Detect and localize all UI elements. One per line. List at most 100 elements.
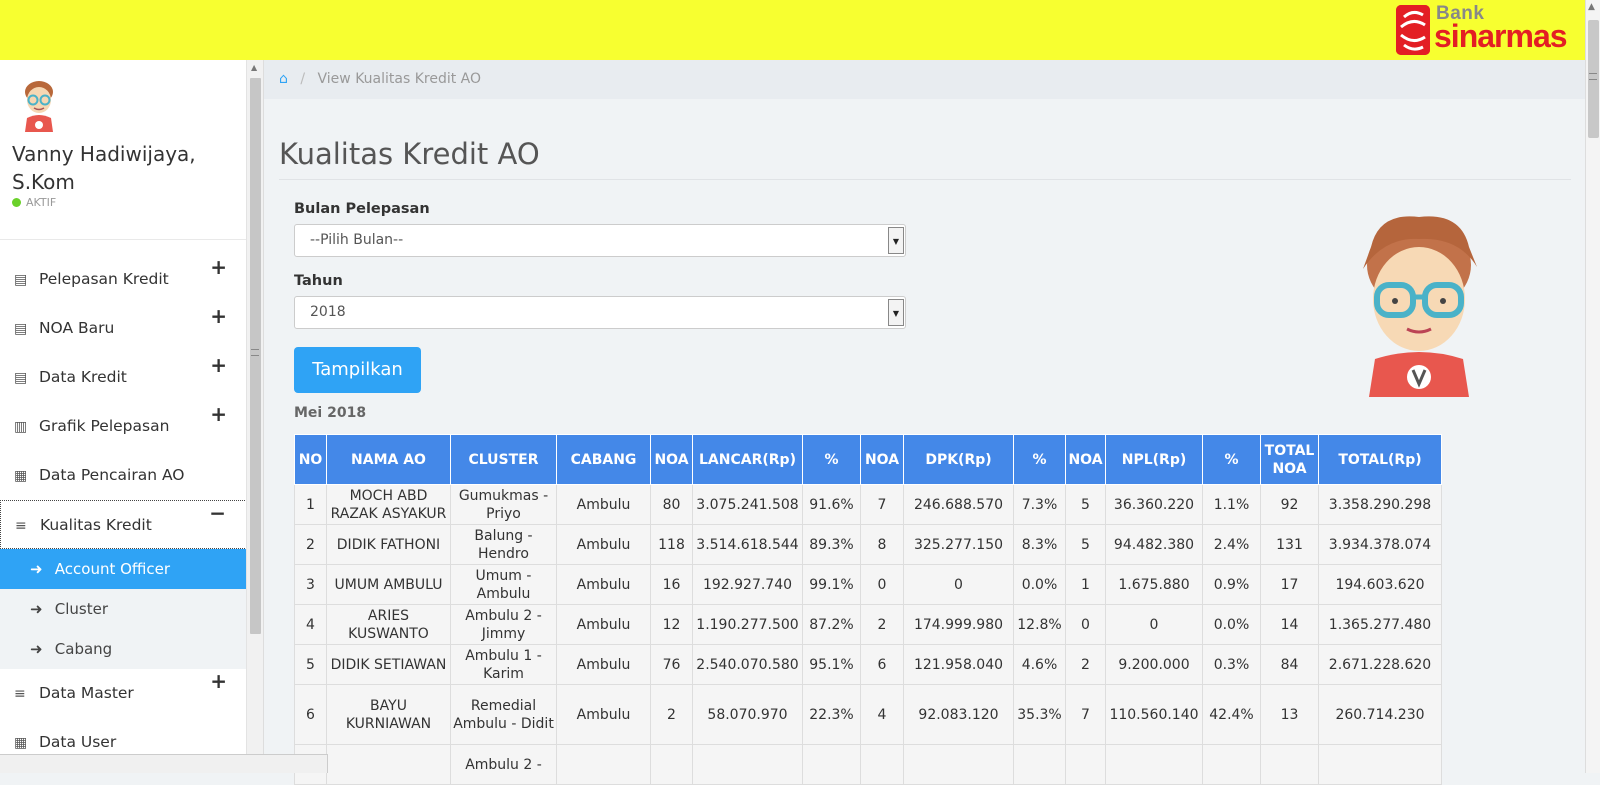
table-cell [1065,744,1106,785]
sidebar-item-label: Grafik Pelepasan [38,417,170,435]
table-cell: 131 [1260,524,1319,565]
table-cell: 2 [650,684,693,745]
column-header[interactable]: NOA [860,434,904,485]
sidebar-item-noa-baru[interactable]: ▤ NOA Baru + [0,304,246,353]
table-cell: 22.3% [802,684,861,745]
table-cell: 3.358.290.298 [1318,484,1442,525]
column-header[interactable]: NO [294,434,327,485]
table-cell: 2 [860,604,904,645]
title-divider [279,179,1571,180]
money-icon: ▤ [14,370,28,386]
table-cell [860,744,904,785]
table-cell: 1 [1065,564,1106,605]
scroll-up-icon[interactable]: ▲ [1588,2,1595,12]
table-cell: 4.6% [1013,644,1066,685]
table-cell: 0 [1105,604,1203,645]
home-icon[interactable]: ⌂ [279,71,288,87]
sidebar-item-data-master[interactable]: ≡ Data Master + [0,669,246,718]
column-header[interactable]: TOTAL NOA [1260,434,1319,485]
column-header[interactable]: % [1013,434,1066,485]
column-header[interactable]: NPL(Rp) [1105,434,1203,485]
table-cell: 36.360.220 [1105,484,1203,525]
column-header[interactable]: DPK(Rp) [903,434,1014,485]
scroll-up-icon[interactable]: ▲ [251,63,257,72]
page-title: Kualitas Kredit AO [279,137,540,171]
sidebar-scrollbar[interactable]: ▲ [247,60,264,773]
submenu-item-cluster[interactable]: ➜ Cluster [0,589,246,629]
table-cell [802,744,861,785]
table-cell: Ambulu [556,564,651,605]
table-cell: Remedial Ambulu - Didit [450,684,557,745]
table-cell: 5 [1065,524,1106,565]
column-header[interactable]: NOA [1065,434,1106,485]
table-row: 4 ARIES KUSWANTO Ambulu 2 - Jimmy Ambulu 12 1… [294,604,1442,645]
sidebar-item-label: Data Master [38,684,134,702]
brand-name-text: sinarmas [1434,18,1568,54]
scroll-grip-icon [251,349,259,356]
table-cell: 80 [650,484,693,525]
column-header[interactable]: TOTAL(Rp) [1318,434,1442,485]
chevron-down-icon[interactable]: ▼ [888,299,904,326]
table-cell: Ambulu [556,524,651,565]
month-select[interactable]: --Pilih Bulan-- ▼ [294,224,906,257]
scroll-grip-icon [1589,73,1597,80]
expand-plus-icon[interactable]: + [210,402,227,426]
expand-plus-icon[interactable]: + [210,304,227,328]
table-cell: 12.8% [1013,604,1066,645]
year-select[interactable]: 2018 ▼ [294,296,906,329]
table-cell: Ambulu 1 - Karim [450,644,557,685]
submenu-item-account-officer[interactable]: ➜ Account Officer [0,549,246,589]
table-row: 2 DIDIK FATHONI Balung - Hendro Ambulu 118 3.… [294,524,1442,565]
table-cell: 2.671.228.620 [1318,644,1442,685]
sidebar-item-grafik-pelepasan[interactable]: ▥ Grafik Pelepasan + [0,402,246,451]
sidebar-item-data-pencairan-ao[interactable]: ▦ Data Pencairan AO [0,451,246,500]
table-cell: UMUM AMBULU [326,564,451,605]
column-header[interactable]: % [802,434,861,485]
table-cell: Ambulu [556,604,651,645]
bank-sinarmas-logo[interactable]: Bank sinarmas [1396,3,1568,57]
sidebar-item-kualitas-kredit[interactable]: ≡ Kualitas Kredit − [0,500,246,549]
column-header[interactable]: CLUSTER [450,434,557,485]
chevron-down-icon[interactable]: ▼ [888,227,904,254]
column-header[interactable]: NAMA AO [326,434,451,485]
table-cell: 87.2% [802,604,861,645]
table-row: 1 MOCH ABD RAZAK ASYAKUR Gumukmas - Priyo A… [294,484,1442,525]
expand-plus-icon[interactable]: + [210,669,227,693]
table-cell: 3.514.618.544 [692,524,803,565]
table-cell: 118 [650,524,693,565]
table-cell: 1.675.880 [1105,564,1203,605]
table-cell: 6 [860,644,904,685]
arrow-right-icon: ➜ [30,600,43,618]
sidebar-item-data-kredit[interactable]: ▤ Data Kredit + [0,353,246,402]
sidebar-item-pelepasan-kredit[interactable]: ▤ Pelepasan Kredit + [0,255,246,304]
browser-status-bar [0,754,328,773]
table-cell: Ambulu [556,644,651,685]
table-cell: 0.3% [1202,644,1261,685]
collapse-minus-icon[interactable]: − [209,501,226,525]
sidebar: Vanny Hadiwijaya, S.Kom AKTIF ▤ Pelepasa… [0,60,247,773]
column-header[interactable]: LANCAR(Rp) [692,434,803,485]
table-cell [556,744,651,785]
table-cell: 2 [294,524,327,565]
month-label: Bulan Pelepasan [294,201,430,217]
sidebar-item-label: NOA Baru [38,319,115,337]
expand-plus-icon[interactable]: + [210,255,227,279]
table-cell: 2.4% [1202,524,1261,565]
column-header[interactable]: % [1202,434,1261,485]
table-cell [692,744,803,785]
money-icon: ▤ [14,321,28,337]
column-header[interactable]: CABANG [556,434,651,485]
table-row: 6 BAYU KURNIAWAN Remedial Ambulu - Didit Am… [294,684,1442,745]
sidebar-scroll-thumb[interactable] [250,78,261,634]
table-cell: 89.3% [802,524,861,565]
table-cell: 4 [294,604,327,645]
window-scrollbar[interactable]: ▲ [1585,0,1600,773]
tampilkan-button[interactable]: Tampilkan [294,347,421,393]
table-cell: Umum - Ambulu [450,564,557,605]
user-name: Vanny Hadiwijaya, S.Kom [12,142,196,194]
bar-chart-icon: ▥ [14,419,28,435]
sidebar-item-label: Data Pencairan AO [38,466,185,484]
column-header[interactable]: NOA [650,434,693,485]
submenu-item-cabang[interactable]: ➜ Cabang [0,629,246,669]
expand-plus-icon[interactable]: + [210,353,227,377]
